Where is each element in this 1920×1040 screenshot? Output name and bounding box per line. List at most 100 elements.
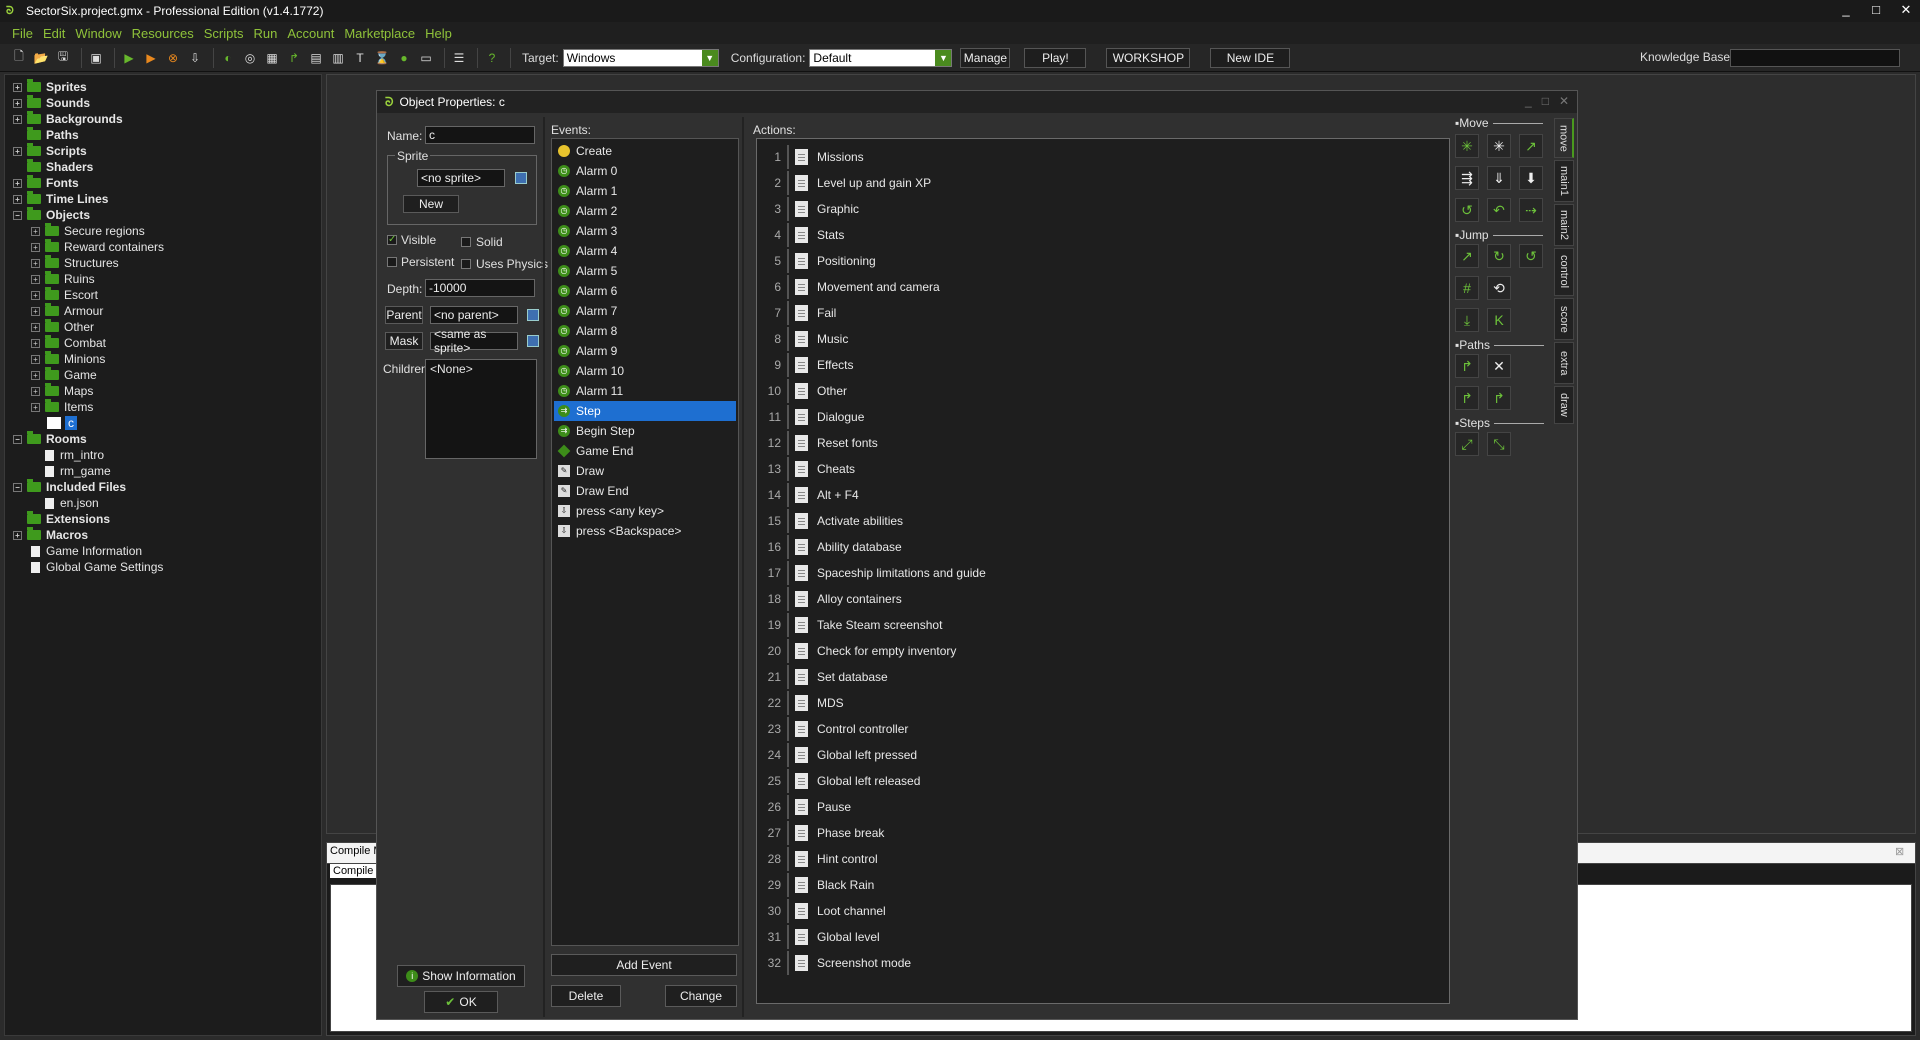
action-item[interactable]: 28 Hint control [761, 847, 1441, 871]
event-item[interactable]: ◷ Alarm 3 [554, 221, 736, 241]
action-item[interactable]: 2 Level up and gain XP [761, 171, 1441, 195]
action-item[interactable]: 6 Movement and camera [761, 275, 1441, 299]
tree-group-item[interactable]: + Game [31, 367, 97, 383]
action-item[interactable]: 19 Take Steam screenshot [761, 613, 1441, 637]
tree-global-settings[interactable]: Global Game Settings [31, 559, 163, 575]
maximize-button[interactable]: □ [1868, 2, 1884, 18]
open-project-icon[interactable]: 📂 [32, 49, 50, 67]
action-item[interactable]: 11 Dialogue [761, 405, 1441, 429]
action-item[interactable]: 13 Cheats [761, 457, 1441, 481]
tree-room-item[interactable]: rm_intro [45, 447, 104, 463]
menu-marketplace[interactable]: Marketplace [344, 26, 415, 41]
tree-room-item[interactable]: rm_game [45, 463, 111, 479]
help-icon[interactable]: ? [483, 49, 501, 67]
create-executable-icon[interactable]: ▣ [87, 49, 105, 67]
end-path-icon[interactable]: ✕ [1487, 354, 1511, 378]
tree-group-item[interactable]: + Minions [31, 351, 105, 367]
action-item[interactable]: 26 Pause [761, 795, 1441, 819]
persistent-checkbox[interactable] [387, 257, 397, 267]
new-sprite-button[interactable]: New [403, 195, 459, 213]
tree-group-item[interactable]: + Items [31, 399, 93, 415]
visible-checkbox[interactable]: ✓ [387, 235, 397, 245]
play-button[interactable]: Play! [1024, 47, 1087, 68]
tree-folder-macros[interactable]: + Macros [13, 527, 88, 543]
action-item[interactable]: 25 Global left released [761, 769, 1441, 793]
tree-folder-backgrounds[interactable]: + Backgrounds [13, 111, 123, 127]
action-item[interactable]: 23 Control controller [761, 717, 1441, 741]
create-sound-icon[interactable]: ◎ [241, 49, 259, 67]
tree-folder-sounds[interactable]: + Sounds [13, 95, 90, 111]
clean-icon[interactable]: ⇩ [186, 49, 204, 67]
action-item[interactable]: 9 Effects [761, 353, 1441, 377]
tree-group-item[interactable]: + Ruins [31, 271, 95, 287]
speed-horizontal-icon[interactable]: ⇶ [1455, 166, 1479, 190]
menu-window[interactable]: Window [75, 26, 121, 41]
wrap-screen-icon[interactable]: ⟲ [1487, 276, 1511, 300]
menu-account[interactable]: Account [287, 26, 334, 41]
parent-select[interactable]: <no parent> [430, 306, 518, 324]
tree-group-item[interactable]: + Structures [31, 255, 119, 271]
tree-group-item[interactable]: + Other [31, 319, 94, 335]
chevron-down-icon[interactable]: ▼ [701, 49, 718, 66]
compile-tab-1[interactable]: Compile M [330, 845, 383, 857]
create-background-icon[interactable]: ▦ [263, 49, 281, 67]
event-item[interactable]: ⇩ press <Backspace> [554, 521, 736, 541]
tab-move[interactable]: move [1554, 118, 1574, 158]
tree-folder-extensions[interactable]: Extensions [13, 511, 110, 527]
depth-input[interactable]: -10000 [425, 279, 535, 297]
action-item[interactable]: 5 Positioning [761, 249, 1441, 273]
create-timeline-icon[interactable]: ⌛ [373, 49, 391, 67]
menu-scripts[interactable]: Scripts [204, 26, 244, 41]
event-item[interactable]: ⇩ press <any key> [554, 501, 736, 521]
step-avoiding-icon[interactable]: ⤡ [1487, 432, 1511, 456]
menu-edit[interactable]: Edit [43, 26, 65, 41]
event-item[interactable]: ◷ Alarm 2 [554, 201, 736, 221]
tree-folder-included-files[interactable]: − Included Files [13, 479, 126, 495]
speed-vertical-icon[interactable]: ⇓ [1487, 166, 1511, 190]
compile-tab-2[interactable]: Compile [330, 864, 377, 878]
browse-sprite-icon[interactable] [515, 172, 527, 184]
manage-button[interactable]: Manage [960, 47, 1011, 68]
minimize-button[interactable]: _ [1838, 2, 1854, 18]
move-free-icon[interactable]: ✳ [1487, 134, 1511, 158]
create-object-icon[interactable]: ● [395, 49, 413, 67]
tree-folder-sprites[interactable]: + Sprites [13, 79, 87, 95]
event-item[interactable]: ◷ Alarm 0 [554, 161, 736, 181]
action-item[interactable]: 15 Activate abilities [761, 509, 1441, 533]
menu-run[interactable]: Run [253, 26, 277, 41]
action-item[interactable]: 16 Ability database [761, 535, 1441, 559]
reverse-vertical-icon[interactable]: ↶ [1487, 198, 1511, 222]
tree-folder-fonts[interactable]: + Fonts [13, 175, 79, 191]
event-item[interactable]: ◷ Alarm 9 [554, 341, 736, 361]
add-event-button[interactable]: Add Event [551, 954, 737, 976]
chevron-down-icon[interactable]: ▼ [935, 49, 952, 66]
action-item[interactable]: 17 Spaceship limitations and guide [761, 561, 1441, 585]
parent-button[interactable]: Parent [385, 306, 423, 324]
browse-parent-icon[interactable] [527, 309, 539, 321]
action-item[interactable]: 1 Missions [761, 145, 1441, 169]
action-item[interactable]: 22 MDS [761, 691, 1441, 715]
event-item-selected[interactable]: ⇉ Step [554, 401, 736, 421]
dialog-maximize-icon[interactable]: □ [1542, 94, 1549, 108]
tree-group-item[interactable]: + Armour [31, 303, 103, 319]
action-item[interactable]: 3 Graphic [761, 197, 1441, 221]
create-shader-icon[interactable]: ▥ [329, 49, 347, 67]
tab-draw[interactable]: draw [1554, 386, 1574, 424]
path-speed-icon[interactable]: ↱ [1487, 386, 1511, 410]
game-settings-icon[interactable]: ☰ [450, 49, 468, 67]
tree-group-item[interactable]: + Maps [31, 383, 93, 399]
event-item[interactable]: ◷ Alarm 4 [554, 241, 736, 261]
move-fixed-icon[interactable]: ✳ [1455, 134, 1479, 158]
action-item[interactable]: 12 Reset fonts [761, 431, 1441, 455]
action-item[interactable]: 32 Screenshot mode [761, 951, 1441, 975]
create-font-icon[interactable]: T [351, 49, 369, 67]
create-sprite-icon[interactable]: ◐ [219, 49, 237, 67]
tree-folder-scripts[interactable]: + Scripts [13, 143, 87, 159]
action-item[interactable]: 27 Phase break [761, 821, 1441, 845]
mask-button[interactable]: Mask [385, 332, 423, 350]
config-select[interactable]: Default ▼ [809, 48, 953, 67]
action-item[interactable]: 21 Set database [761, 665, 1441, 689]
mask-select[interactable]: <same as sprite> [430, 327, 518, 355]
event-item[interactable]: ✎ Draw End [554, 481, 736, 501]
workshop-button[interactable]: WORKSHOP [1106, 47, 1191, 68]
